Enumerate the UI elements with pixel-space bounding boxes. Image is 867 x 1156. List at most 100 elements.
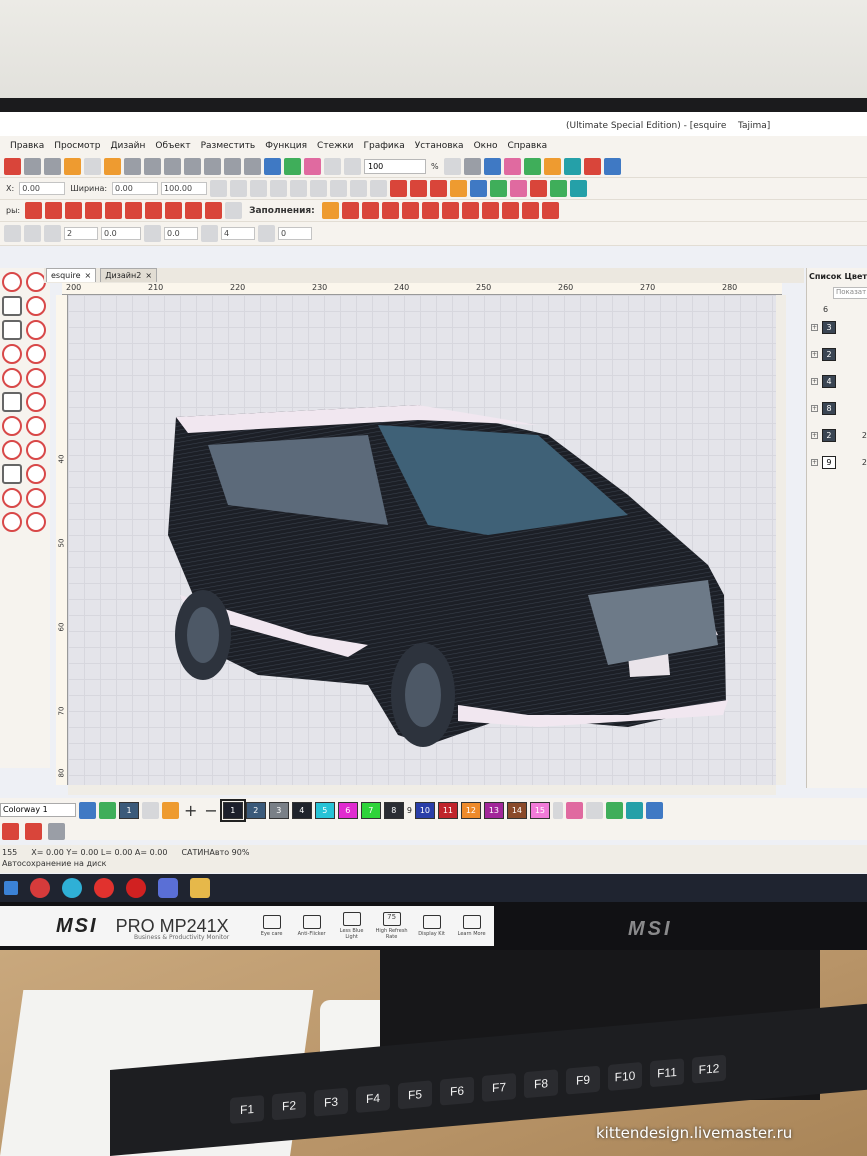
key-f7[interactable]: F7 [482, 1072, 516, 1102]
yandex-icon[interactable] [94, 878, 114, 898]
fill-stipple-icon[interactable] [481, 202, 499, 219]
new-file-icon[interactable] [84, 158, 101, 175]
pen-icon[interactable] [26, 272, 46, 292]
yandex-browser-icon[interactable] [30, 878, 50, 898]
magnet-icon[interactable] [2, 488, 22, 508]
expand-icon[interactable]: + [811, 432, 818, 439]
param-field-1[interactable]: 2 [64, 227, 98, 240]
color-swatch[interactable]: 5 [314, 801, 335, 819]
stitch-type-icon[interactable] [2, 822, 19, 840]
outline-blanket-icon[interactable] [125, 202, 143, 219]
color-swatch[interactable]: 7 [360, 801, 381, 819]
color-swatch[interactable]: 12 [460, 801, 481, 819]
fill-program-icon[interactable] [361, 202, 379, 219]
tab-esquire[interactable]: esquire × [46, 268, 97, 282]
fill-tatami-icon[interactable] [341, 202, 359, 219]
x-field[interactable]: 0.00 [19, 182, 66, 195]
param-field-2[interactable]: 0.0 [101, 227, 141, 240]
expand-icon[interactable]: + [811, 378, 818, 385]
remove-color-icon[interactable]: − [204, 801, 217, 820]
key-f8[interactable]: F8 [524, 1069, 558, 1099]
frame-icon[interactable] [44, 225, 61, 242]
angle-icon[interactable] [310, 180, 328, 197]
color-row[interactable]: +3 [807, 314, 867, 341]
expand-icon[interactable]: + [811, 324, 818, 331]
node-edit-icon[interactable] [24, 225, 41, 242]
outline-zigzag-icon[interactable] [145, 202, 163, 219]
print-icon[interactable] [144, 158, 161, 175]
windows-start-icon[interactable] [4, 881, 18, 895]
palette-editor-icon[interactable] [565, 801, 583, 819]
edge-icon[interactable] [62, 878, 82, 898]
color-row[interactable]: +9 2 [807, 449, 867, 476]
colors-icon[interactable] [304, 158, 321, 175]
scale-width-field[interactable]: 100.00 [161, 182, 208, 195]
monogram-icon[interactable] [510, 180, 528, 197]
distribute-icon[interactable] [370, 180, 388, 197]
menu-design[interactable]: Дизайн [110, 141, 145, 151]
align-icon[interactable] [230, 180, 248, 197]
menu-arrange[interactable]: Разместить [201, 141, 256, 151]
crest-icon[interactable] [570, 180, 588, 197]
outline-triple-icon[interactable] [45, 202, 63, 219]
menu-function[interactable]: Функция [265, 141, 307, 151]
arc-icon[interactable] [26, 368, 46, 388]
picture-icon[interactable] [470, 180, 488, 197]
outline-chain-icon[interactable] [205, 202, 223, 219]
fill-satin-icon[interactable] [321, 202, 339, 219]
color-swatch[interactable]: 15 [529, 801, 550, 819]
rotate-icon[interactable] [270, 180, 288, 197]
key-f1[interactable]: F1 [230, 1095, 264, 1124]
menu-stitches[interactable]: Стежки [317, 141, 353, 151]
color-swatch[interactable]: 1 [219, 798, 246, 822]
key-f10[interactable]: F10 [608, 1061, 642, 1091]
colorway-select[interactable]: Colorway 1 [0, 803, 76, 817]
color-row[interactable]: +8 [807, 395, 867, 422]
select-icon[interactable] [2, 272, 22, 292]
outline-bean-icon[interactable] [65, 202, 83, 219]
pentagon-icon[interactable] [26, 344, 46, 364]
width-field[interactable]: 0.00 [112, 182, 159, 195]
letter-a-icon[interactable] [26, 392, 46, 412]
outline-single-icon[interactable] [25, 202, 43, 219]
redo-icon[interactable] [244, 158, 261, 175]
color-grid-icon[interactable] [79, 801, 96, 819]
cut-icon[interactable] [164, 158, 181, 175]
zoom-combobox[interactable]: 100 [364, 159, 426, 174]
sparkle-icon[interactable] [26, 416, 46, 436]
expand-icon[interactable]: + [811, 405, 818, 412]
horizontal-scrollbar[interactable] [68, 785, 776, 795]
chart-icon[interactable] [543, 158, 561, 175]
design-canvas[interactable] [68, 295, 776, 785]
stop-icon[interactable] [4, 158, 21, 175]
current-color-swatch[interactable]: 1 [119, 801, 139, 819]
cap-icon[interactable] [530, 180, 548, 197]
outline-stemstitch-icon[interactable] [165, 202, 183, 219]
fill-radial-icon[interactable] [521, 202, 539, 219]
reshape-icon[interactable] [4, 225, 21, 242]
node-icon[interactable] [350, 180, 368, 197]
fill-circle-icon[interactable] [461, 202, 479, 219]
swatch-scroll-icon[interactable] [552, 801, 563, 819]
shapes-icon[interactable] [490, 180, 508, 197]
star-tool-icon[interactable] [26, 440, 46, 460]
person-icon[interactable] [324, 158, 341, 175]
shirt-color-icon[interactable] [99, 801, 116, 819]
thread-icon[interactable] [44, 158, 61, 175]
outline-motif-icon[interactable] [85, 202, 103, 219]
save-icon[interactable] [124, 158, 141, 175]
undo-icon[interactable] [224, 158, 241, 175]
fill-wave-icon[interactable] [381, 202, 399, 219]
color-swatch[interactable]: 11 [437, 801, 458, 819]
fill-star-icon[interactable] [541, 202, 559, 219]
fill-motif-icon[interactable] [421, 202, 439, 219]
people-icon[interactable] [603, 158, 621, 175]
grid-icon[interactable] [503, 158, 521, 175]
fill-spiral-icon[interactable] [441, 202, 459, 219]
copy-icon[interactable] [184, 158, 201, 175]
menu-setup[interactable]: Установка [415, 141, 464, 151]
chain-icon[interactable] [26, 512, 46, 532]
color-row[interactable]: +4 [807, 368, 867, 395]
color-swatch[interactable]: 3 [268, 801, 289, 819]
menu-object[interactable]: Объект [155, 141, 190, 151]
